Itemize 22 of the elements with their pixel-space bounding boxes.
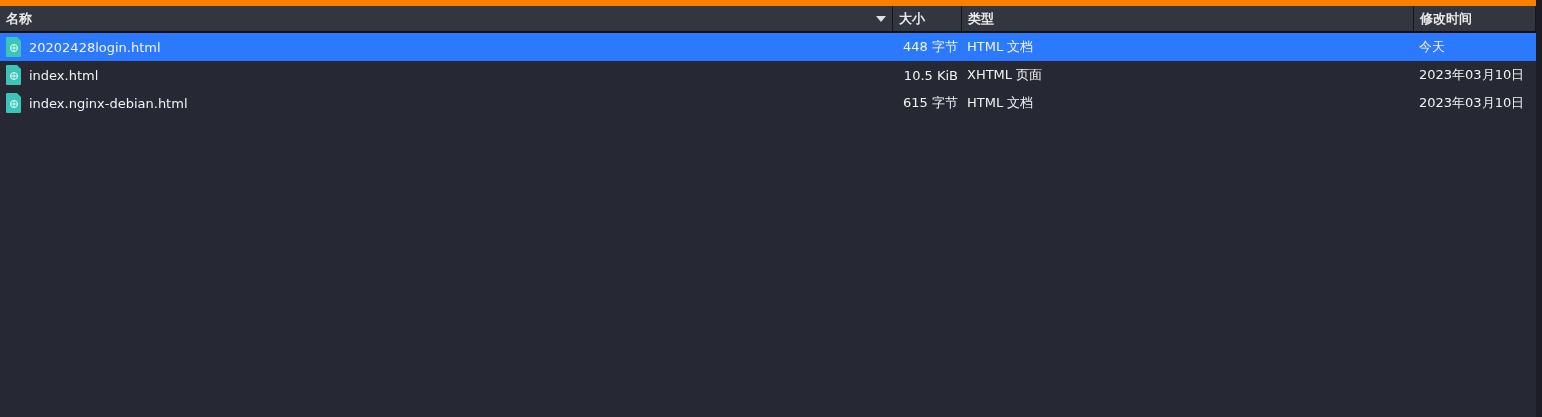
column-header[interactable]: 大小 xyxy=(893,6,962,31)
file-size: 448 字节 xyxy=(903,38,959,56)
modified-date: 2023年03月10日 xyxy=(1418,66,1526,84)
column-header[interactable]: 类型 xyxy=(962,6,1414,31)
file-type: HTML 文档 xyxy=(966,38,1035,56)
file-size: 615 字节 xyxy=(903,94,959,112)
modified-date: 今天 xyxy=(1418,38,1446,56)
file-type: HTML 文档 xyxy=(966,94,1035,112)
file-row[interactable]: index.nginx-debian.html 615 字节 HTML 文档 2023年03月10日 xyxy=(0,89,1536,117)
html-file-icon xyxy=(6,93,22,113)
column-header[interactable]: 名称 xyxy=(0,6,893,31)
html-file-icon xyxy=(6,37,22,57)
file-name: index.html xyxy=(29,67,99,83)
file-type: XHTML 页面 xyxy=(966,66,1044,84)
file-row[interactable]: index.html 10.5 KiB XHTML 页面 2023年03月10日 xyxy=(0,61,1536,89)
file-size: 10.5 KiB xyxy=(903,67,959,83)
file-name: index.nginx-debian.html xyxy=(29,95,188,111)
file-row[interactable]: 20202428login.html 448 字节 HTML 文档 今天 xyxy=(0,33,1536,61)
html-file-icon xyxy=(6,65,22,85)
file-name: 20202428login.html xyxy=(29,39,161,55)
modified-date: 2023年03月10日 xyxy=(1418,94,1526,112)
sort-caret-icon xyxy=(876,15,886,22)
